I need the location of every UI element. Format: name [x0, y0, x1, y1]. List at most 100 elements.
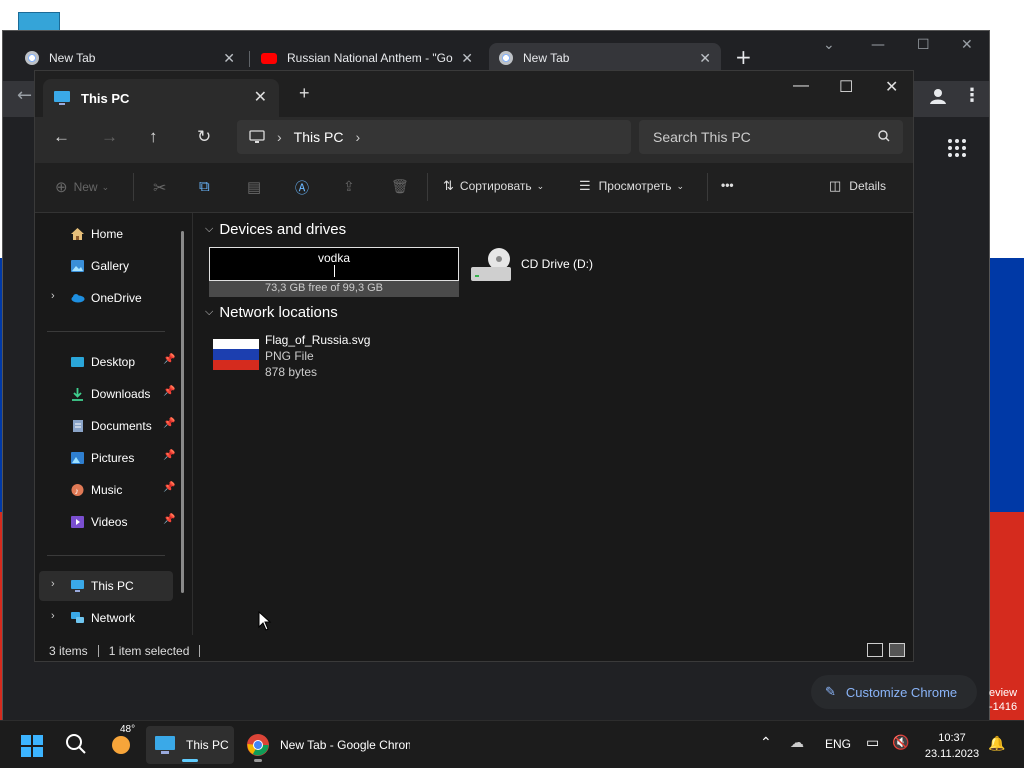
copy-icon[interactable]: ⧉ [199, 178, 210, 195]
maximize-button[interactable]: ☐ [917, 37, 930, 53]
close-icon[interactable]: ✕ [223, 50, 235, 67]
sort-label: Сортировать [459, 179, 532, 193]
expand-chevron-icon[interactable]: › [51, 610, 55, 622]
profile-icon[interactable] [929, 87, 947, 105]
close-button[interactable]: ✕ [885, 77, 898, 97]
home-icon [71, 228, 84, 240]
start-button[interactable] [21, 735, 43, 757]
clock[interactable]: 10:37 23.11.2023 [920, 730, 984, 762]
address-bar[interactable]: › This PC › [237, 120, 631, 154]
rename-icon[interactable]: Ⓐ [295, 178, 309, 198]
network-file-item[interactable]: Flag_of_Russia.svg PNG File 878 bytes [213, 333, 513, 381]
apps-grid-icon[interactable] [948, 139, 966, 157]
share-icon[interactable]: ⇪ [343, 178, 355, 195]
pencil-icon: ✎ [825, 684, 836, 699]
sidebar-item-label: Gallery [91, 259, 130, 273]
tab-divider [249, 51, 250, 67]
details-button[interactable]: ◫ Details [829, 178, 886, 194]
close-icon[interactable]: ✕ [461, 50, 473, 67]
running-indicator [254, 759, 262, 762]
language-indicator[interactable]: ENG [825, 737, 851, 751]
sidebar-item-gallery[interactable]: Gallery [39, 251, 173, 281]
sidebar-item-videos[interactable]: Videos 📌 [39, 507, 176, 537]
paste-icon[interactable]: ▤ [247, 178, 261, 196]
divider [427, 173, 428, 201]
network-icon[interactable]: ▭ [866, 734, 879, 751]
sidebar-scrollbar[interactable] [181, 231, 184, 593]
sidebar-item-documents[interactable]: Documents 📌 [39, 411, 175, 441]
chrome-tab-label: New Tab [49, 51, 96, 65]
sidebar-item-label: Documents [91, 419, 152, 433]
view-button[interactable]: ☰ Просмотреть ⌄ [579, 178, 684, 194]
close-icon[interactable]: ✕ [699, 50, 711, 67]
expand-chevron-icon[interactable]: › [51, 290, 55, 302]
close-tab-icon[interactable]: ✕ [254, 87, 267, 107]
group-header-network[interactable]: ⌵ Network locations [205, 304, 338, 321]
volume-muted-icon[interactable]: 🔇 [892, 734, 909, 751]
sidebar-item-music[interactable]: ♪ Music 📌 [39, 475, 175, 505]
taskbar-explorer-button[interactable]: This PC [146, 726, 234, 764]
chevron-up-icon[interactable]: ⌃ [760, 734, 772, 751]
group-title: Devices and drives [219, 221, 347, 238]
close-button[interactable]: ✕ [961, 37, 973, 53]
sidebar-item-home[interactable]: Home [39, 219, 173, 249]
expand-chevron-icon[interactable]: › [51, 578, 55, 590]
back-arrow-icon[interactable]: ← [53, 127, 70, 147]
tab-search-icon[interactable]: ⌄ [823, 37, 835, 53]
refresh-icon[interactable]: ↻ [197, 127, 211, 147]
minimize-button[interactable]: — [793, 77, 809, 95]
chevron-right-icon: › [277, 129, 282, 145]
collapse-chevron-icon: ⌵ [205, 223, 214, 235]
taskbar-chrome-button[interactable]: New Tab - Google Chrome [240, 726, 410, 764]
new-button[interactable]: ⊕ New ⌄ [55, 178, 109, 196]
customize-chrome-button[interactable]: ✎ Customize Chrome [811, 675, 977, 709]
breadcrumb-this-pc[interactable]: This PC [294, 129, 344, 145]
sidebar-item-downloads[interactable]: Downloads 📌 [39, 379, 175, 409]
desktop-shortcut-icon[interactable] [18, 12, 60, 32]
cut-icon[interactable]: ✂ [153, 178, 166, 198]
forward-arrow-icon[interactable]: → [101, 127, 118, 147]
sidebar-item-label: Videos [91, 515, 128, 529]
chrome-tab-label: New Tab [523, 51, 570, 65]
content-pane: ⌵ Devices and drives vodka 73,3 GB free … [199, 213, 915, 635]
rename-input[interactable]: vodka [209, 247, 459, 281]
chevron-down-icon: ⌄ [676, 180, 685, 191]
gallery-icon [71, 260, 84, 272]
details-view-icon[interactable] [867, 643, 883, 657]
plus-circle-icon: ⊕ [55, 179, 68, 196]
onedrive-offline-icon[interactable]: ☁ [790, 734, 804, 751]
maximize-button[interactable]: ☐ [839, 77, 853, 97]
pin-icon: 📌 [163, 514, 176, 525]
tiles-view-icon[interactable] [889, 643, 905, 657]
group-header-devices[interactable]: ⌵ Devices and drives [205, 221, 346, 238]
search-icon[interactable] [64, 732, 88, 756]
sidebar-item-onedrive[interactable]: › OneDrive [39, 283, 173, 313]
sidebar-item-label: Music [91, 483, 123, 497]
new-label: New [73, 180, 98, 194]
sidebar-item-pictures[interactable]: Pictures 📌 [39, 443, 175, 473]
more-menu-icon[interactable]: ⋮ [963, 85, 981, 106]
new-tab-button[interactable]: + [299, 83, 310, 104]
explorer-tab[interactable]: This PC ✕ [43, 79, 279, 117]
sidebar-item-network[interactable]: › Network [39, 603, 173, 633]
sort-button[interactable]: ⇅ Сортировать ⌄ [443, 178, 544, 194]
chevron-right-icon[interactable]: › [355, 129, 360, 145]
minimize-button[interactable]: — [871, 37, 885, 53]
new-tab-button[interactable]: + [735, 45, 752, 69]
search-box[interactable]: Search This PC [639, 120, 903, 154]
back-arrow-icon[interactable]: ← [17, 85, 32, 106]
sidebar-item-this-pc[interactable]: › This PC [39, 571, 173, 601]
cd-drive-item[interactable]: CD Drive (D:) [469, 247, 669, 287]
watermark-line-2: -1416 [989, 701, 1018, 713]
chrome-tab-2[interactable]: Russian National Anthem - "Go ✕ [251, 43, 483, 73]
sidebar-item-desktop[interactable]: Desktop 📌 [39, 347, 175, 377]
youtube-icon [261, 52, 277, 64]
up-arrow-icon[interactable]: ↑ [149, 127, 158, 147]
chrome-tab-3[interactable]: New Tab ✕ [489, 43, 721, 73]
collapse-chevron-icon: ⌵ [205, 306, 214, 318]
notification-bell-icon[interactable]: 🔔 [988, 735, 1005, 752]
local-drive-item[interactable]: vodka 73,3 GB free of 99,3 GB [209, 247, 459, 299]
delete-icon[interactable]: 🗑 [391, 178, 409, 195]
chrome-tab-1[interactable]: New Tab ✕ [15, 43, 245, 73]
more-options-button[interactable]: ••• [721, 178, 734, 192]
